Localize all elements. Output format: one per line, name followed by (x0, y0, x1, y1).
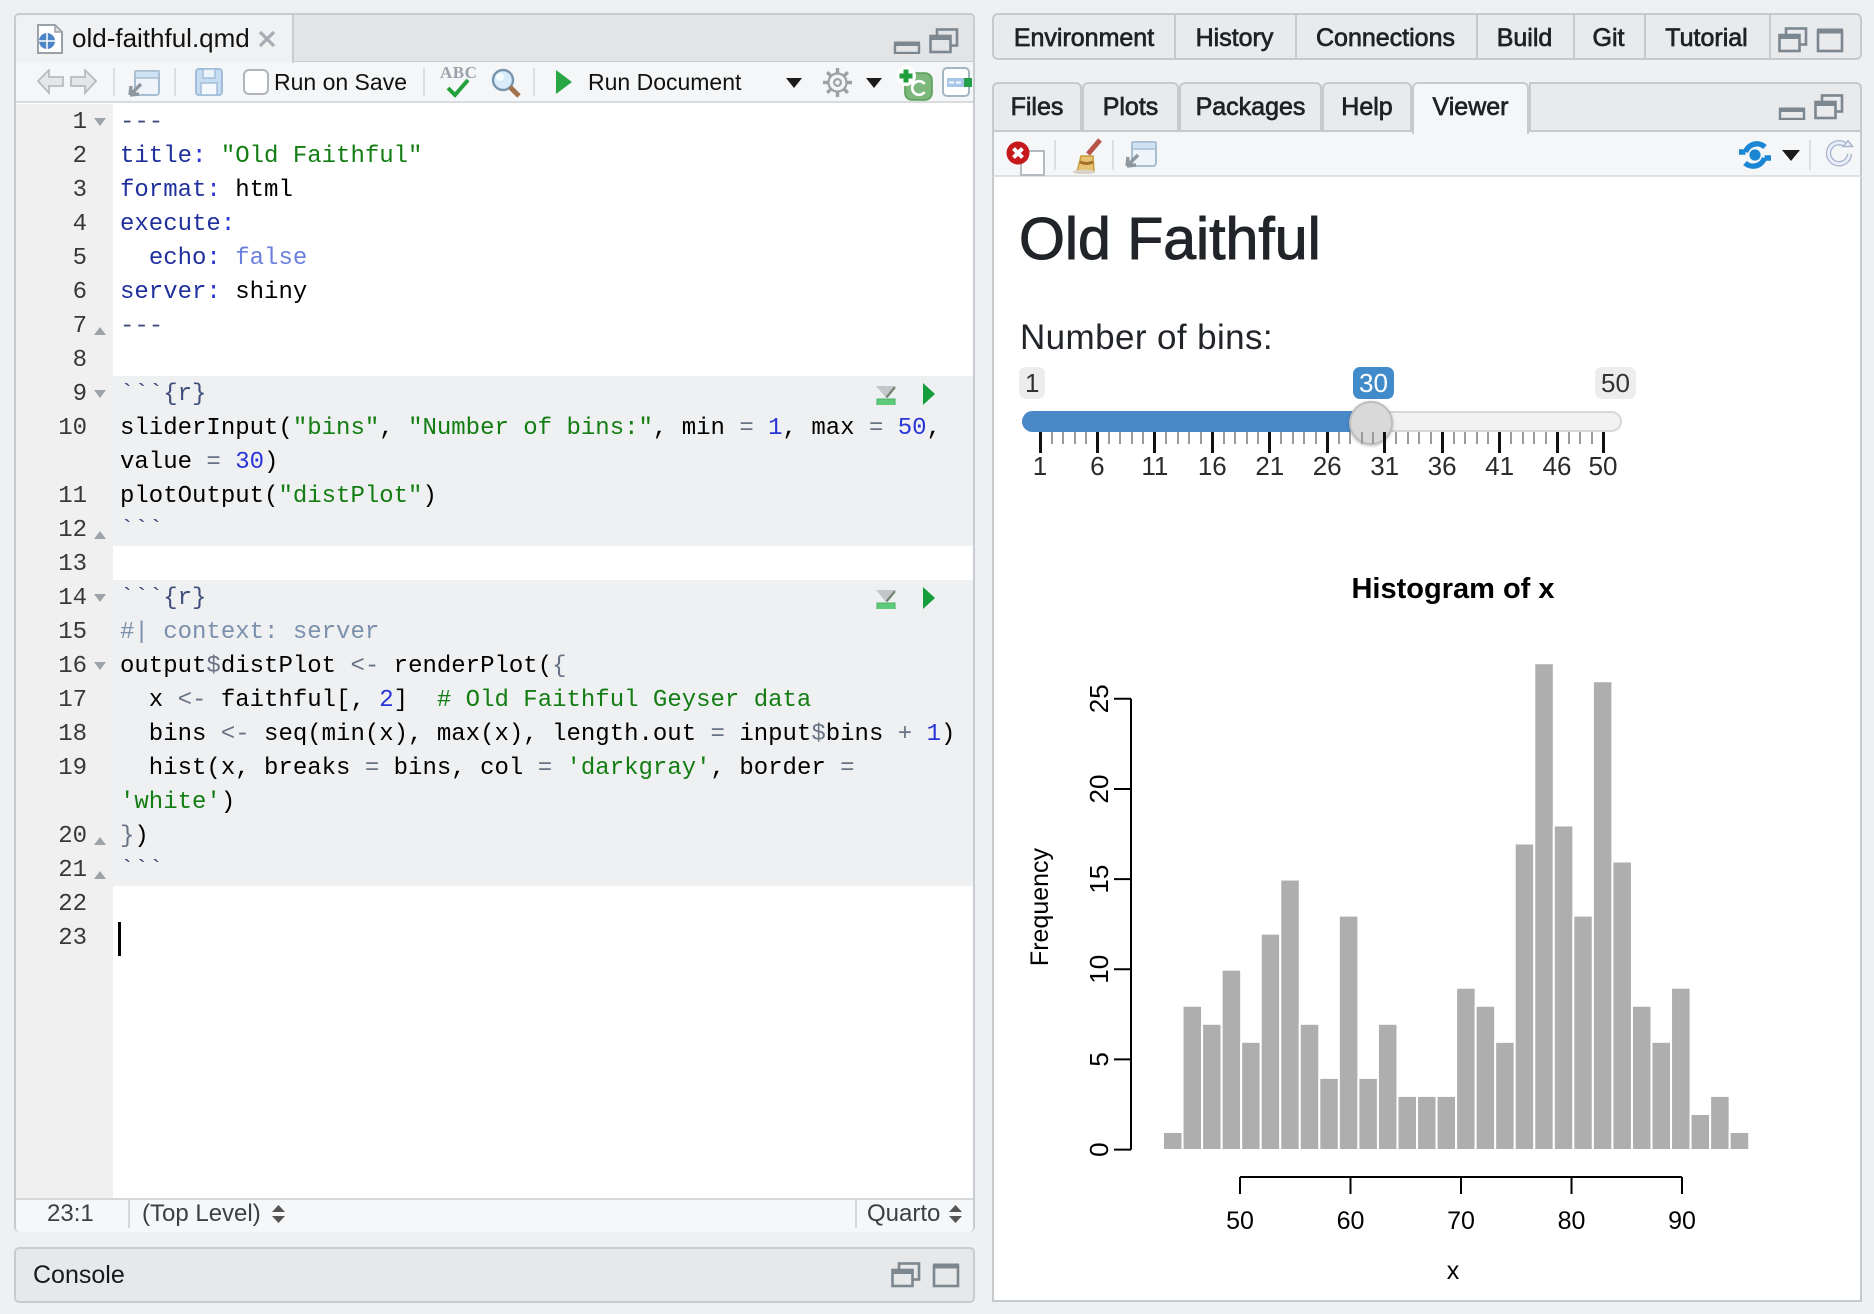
svg-text:x: x (1447, 1257, 1460, 1285)
svg-text:0: 0 (1084, 1142, 1114, 1156)
svg-text:50: 50 (1226, 1207, 1254, 1235)
svg-text:80: 80 (1558, 1207, 1586, 1235)
svg-text:90: 90 (1668, 1207, 1696, 1235)
svg-text:Histogram of x: Histogram of x (1351, 573, 1554, 605)
svg-text:Frequency: Frequency (1026, 847, 1054, 966)
svg-text:25: 25 (1084, 684, 1114, 713)
svg-text:10: 10 (1084, 955, 1114, 984)
svg-text:60: 60 (1337, 1207, 1365, 1235)
svg-text:20: 20 (1084, 775, 1114, 804)
svg-text:70: 70 (1447, 1207, 1475, 1235)
svg-text:5: 5 (1084, 1052, 1114, 1066)
svg-text:15: 15 (1084, 865, 1114, 894)
